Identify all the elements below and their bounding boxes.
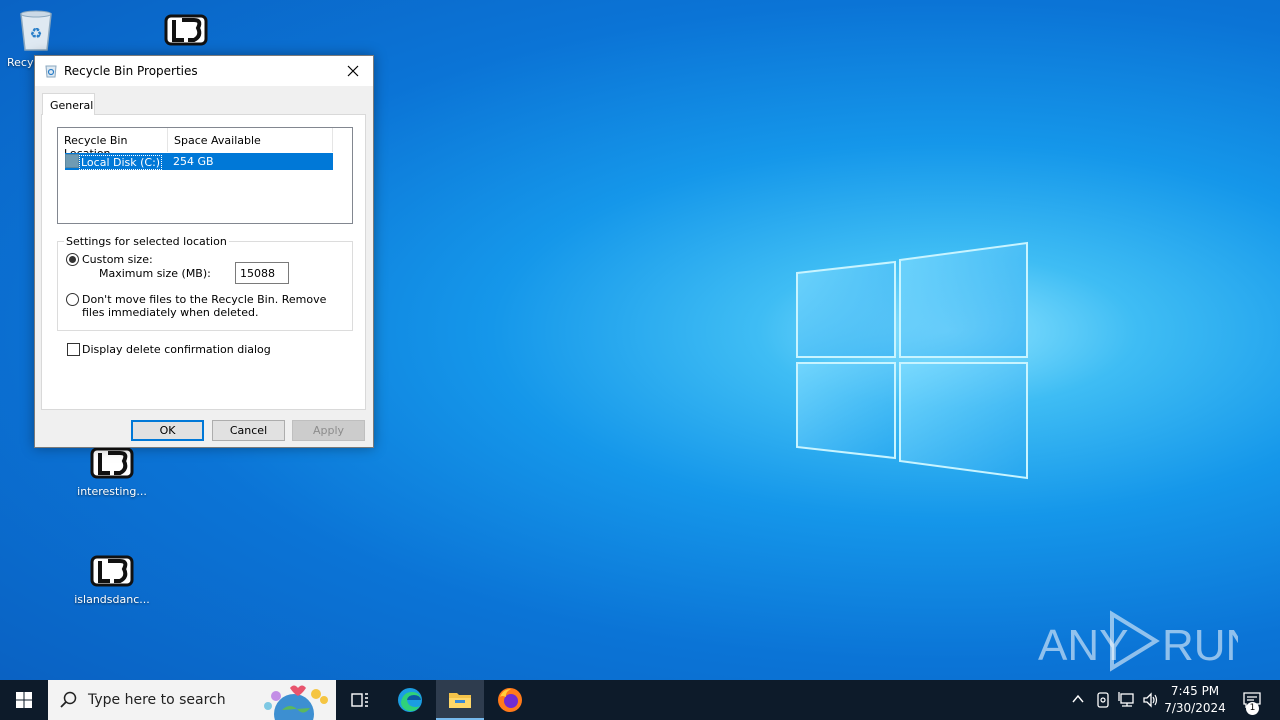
confirm-dialog-label[interactable]: Display delete confirmation dialog bbox=[82, 343, 271, 356]
svg-text:♻: ♻ bbox=[30, 26, 43, 42]
column-header-location[interactable]: Recycle Bin Location bbox=[58, 128, 168, 160]
confirm-dialog-checkbox[interactable] bbox=[67, 343, 80, 356]
edge-icon bbox=[398, 688, 422, 712]
desktop-icon-label: islandsdanc... bbox=[74, 593, 150, 606]
app-logo-icon bbox=[164, 14, 208, 46]
anyrun-watermark: ANY RUN bbox=[1038, 610, 1238, 672]
max-size-input[interactable] bbox=[235, 262, 289, 284]
column-header-space[interactable]: Space Available bbox=[168, 128, 333, 152]
dialog-titlebar[interactable]: Recycle Bin Properties bbox=[35, 56, 373, 86]
clock-time[interactable]: 7:45 PM bbox=[1160, 684, 1230, 698]
recycle-bin-properties-dialog: Recycle Bin Properties General Recycle B… bbox=[34, 55, 374, 448]
desktop-icon-interesting[interactable]: interesting... bbox=[72, 445, 152, 498]
cancel-button[interactable]: Cancel bbox=[212, 420, 285, 441]
desktop-icon-islandsdance[interactable]: islandsdanc... bbox=[72, 553, 152, 606]
settings-group: Settings for selected location Custom si… bbox=[57, 235, 353, 331]
folder-icon bbox=[449, 693, 471, 708]
recycle-bin-icon: ♻ bbox=[20, 10, 52, 51]
desktop-icon-app[interactable] bbox=[146, 12, 226, 48]
custom-size-label[interactable]: Custom size: bbox=[82, 253, 153, 266]
desktop-icon-label: interesting... bbox=[77, 485, 147, 498]
start-button[interactable] bbox=[0, 680, 48, 720]
app-logo-icon bbox=[90, 447, 134, 479]
windows-start-icon bbox=[16, 692, 32, 708]
search-highlight-graphic bbox=[264, 685, 328, 720]
show-hidden-icons-chevron-icon[interactable] bbox=[1072, 694, 1084, 704]
row-location: Local Disk (C:) bbox=[79, 155, 163, 170]
svg-text:ANY: ANY bbox=[1038, 621, 1128, 670]
search-icon bbox=[60, 691, 77, 708]
dont-move-label[interactable]: Don't move files to the Recycle Bin. Rem… bbox=[82, 293, 337, 319]
ok-button[interactable]: OK bbox=[131, 420, 204, 441]
list-row-local-disk[interactable]: Local Disk (C:) 254 GB bbox=[65, 153, 333, 170]
firefox-taskbar-button[interactable] bbox=[486, 680, 534, 720]
row-space: 254 GB bbox=[173, 155, 214, 168]
svg-text:RUN: RUN bbox=[1162, 621, 1238, 670]
dialog-title: Recycle Bin Properties bbox=[64, 64, 198, 78]
task-view-icon bbox=[351, 693, 368, 707]
task-view-button[interactable] bbox=[336, 680, 384, 720]
network-icon[interactable] bbox=[1118, 691, 1136, 709]
dont-move-radio[interactable] bbox=[66, 293, 79, 306]
app-logo-icon bbox=[90, 555, 134, 587]
recycle-bin-small-icon bbox=[45, 65, 57, 78]
clock-date[interactable]: 7/30/2024 bbox=[1160, 701, 1230, 715]
notification-count-badge: 1 bbox=[1246, 702, 1259, 715]
location-list[interactable]: Recycle Bin Location Space Available Loc… bbox=[57, 127, 353, 224]
firefox-icon bbox=[498, 688, 522, 712]
volume-icon[interactable] bbox=[1142, 691, 1160, 709]
device-icon[interactable] bbox=[1095, 691, 1111, 709]
apply-button[interactable]: Apply bbox=[292, 420, 365, 441]
edge-taskbar-button[interactable] bbox=[386, 680, 434, 720]
max-size-label: Maximum size (MB): bbox=[99, 267, 211, 280]
disk-icon bbox=[65, 154, 79, 168]
tab-general[interactable]: General bbox=[42, 93, 95, 115]
general-tab-panel: Recycle Bin Location Space Available Loc… bbox=[41, 114, 366, 410]
taskbar: Type here to search 7:45 PM 7/30/2024 1 bbox=[0, 680, 1280, 720]
close-icon bbox=[347, 65, 359, 77]
taskbar-search-box[interactable]: Type here to search bbox=[48, 680, 336, 720]
file-explorer-taskbar-button[interactable] bbox=[436, 680, 484, 720]
search-placeholder: Type here to search bbox=[88, 692, 226, 708]
close-button[interactable] bbox=[333, 56, 373, 86]
custom-size-radio[interactable] bbox=[66, 253, 79, 266]
settings-group-label: Settings for selected location bbox=[64, 235, 229, 248]
